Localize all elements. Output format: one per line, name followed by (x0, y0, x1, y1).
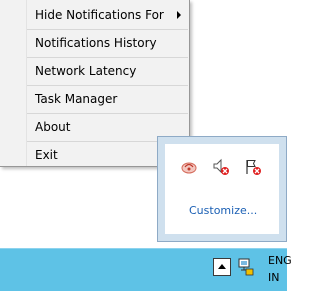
tray-overflow-panel (157, 136, 287, 242)
menu-item-label: Notifications History (35, 36, 157, 50)
customize-link[interactable]: Customize... (189, 204, 257, 217)
menu-item-network-latency[interactable]: Network Latency (0, 57, 189, 85)
menu-item-task-manager[interactable]: Task Manager (0, 85, 189, 113)
menu-item-label: Task Manager (35, 92, 118, 106)
menu-item-label: About (35, 120, 71, 134)
submenu-arrow-icon (177, 11, 181, 19)
menu-item-notifications-history[interactable]: Notifications History (0, 29, 189, 57)
network-icon[interactable] (237, 257, 255, 277)
menu-item-label: Hide Notifications For (35, 8, 164, 22)
menu-item-hide-notifications-for[interactable]: Hide Notifications For (0, 1, 189, 29)
menu-item-label: Network Latency (35, 64, 137, 78)
speaker-muted-icon[interactable] (212, 158, 230, 176)
language-indicator-line1[interactable]: ENG (268, 254, 292, 267)
language-indicator-line2[interactable]: IN (268, 271, 279, 284)
menu-item-label: Exit (35, 148, 58, 162)
action-center-flag-icon[interactable] (244, 158, 262, 176)
notification-app-icon[interactable] (180, 158, 198, 176)
show-hidden-icons-button[interactable] (213, 258, 231, 276)
chevron-up-icon (218, 264, 226, 269)
